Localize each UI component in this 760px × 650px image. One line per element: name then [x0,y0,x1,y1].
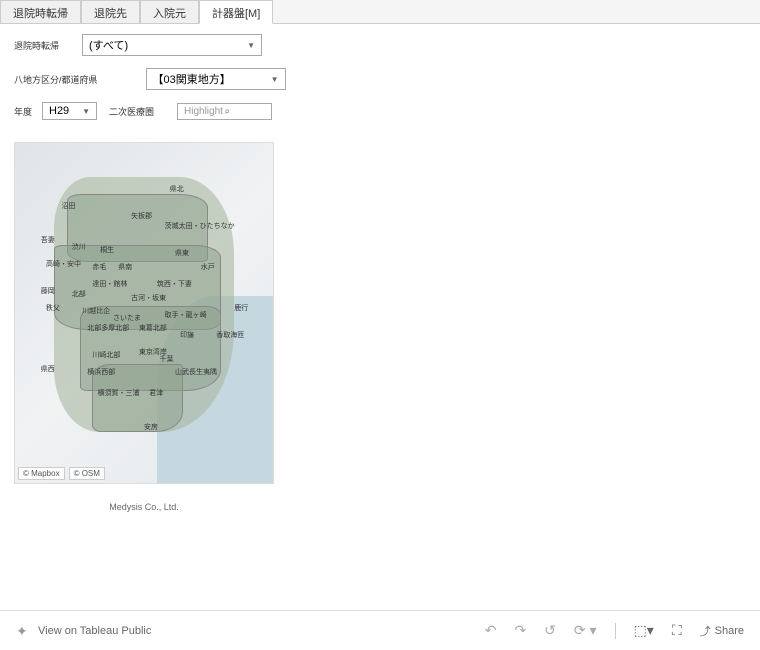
refresh-button[interactable]: ⟳ ▾ [574,622,597,639]
view-on-tableau-link[interactable]: View on Tableau Public [16,623,151,639]
outcome-dropdown[interactable]: (すべて) ▼ [82,34,262,56]
medical-area-label: 二次医療圏 [109,105,169,118]
mapbox-attribution[interactable]: © Mapbox [18,467,65,480]
region-filter-label: 八地方区分/都道府県 [14,73,98,86]
map-region[interactable] [92,364,182,432]
share-icon: ⤴ [700,623,711,639]
year-dropdown[interactable]: H29 ▼ [42,102,97,120]
tableau-icon [16,623,32,639]
map-viz[interactable]: 県北沼田矢板郡茨城太田・ひたちなか吾妻渋川桐生県東高崎・安中赤毛県南水戸達田・館… [14,142,274,484]
region-dropdown[interactable]: 【03関東地方】 ▼ [146,68,286,90]
redo-button[interactable]: ↷ [514,622,526,639]
search-placeholder: Highlight ... [184,106,225,117]
company-footer: Medysis Co., Ltd. [0,502,288,512]
view-label: View on Tableau Public [38,625,151,637]
share-label: Share [715,625,744,637]
region-value: 【03関東地方】 [153,71,231,87]
bottom-toolbar: View on Tableau Public ↶ ↷ ↺ ⟳ ▾ ⬚▾ ⛶ ⤴ … [0,610,760,650]
osm-attribution[interactable]: © OSM [69,467,105,480]
tab-discharge-dest[interactable]: 退院先 [81,0,140,23]
undo-button[interactable]: ↶ [485,622,497,639]
tab-dashboard[interactable]: 計器盤[M] [199,0,273,24]
caret-icon: ▼ [247,41,255,50]
divider [615,623,616,639]
replay-button[interactable]: ↺ [544,622,556,639]
highlight-search[interactable]: Highlight ... ⌕ [177,103,272,120]
caret-icon: ▼ [271,75,279,84]
share-button[interactable]: ⤴ Share [700,623,744,639]
filter-panel: 退院時転帰 (すべて) ▼ 八地方区分/都道府県 【03関東地方】 ▼ 年度 H… [0,24,760,142]
map-attribution: © Mapbox © OSM [18,467,105,480]
tab-admission-src[interactable]: 入院元 [140,0,199,23]
tab-outcome[interactable]: 退院時転帰 [0,0,81,23]
search-icon: ⌕ [225,106,266,117]
outcome-filter-label: 退院時転帰 [14,39,74,52]
tab-bar: 退院時転帰 退院先 入院元 計器盤[M] [0,0,760,24]
outcome-value: (すべて) [89,37,128,53]
device-button[interactable]: ⬚▾ [634,622,654,639]
caret-icon: ▼ [82,107,90,116]
year-value: H29 [49,105,69,117]
fullscreen-button[interactable]: ⛶ [672,622,682,639]
year-filter-label: 年度 [14,105,34,118]
